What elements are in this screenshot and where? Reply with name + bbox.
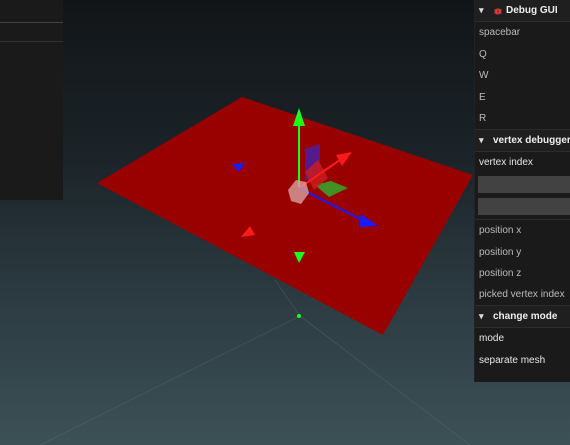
separate-mesh-button[interactable]: separate mesh [475,350,570,372]
change-mode-title: change mode [493,311,558,322]
vertex-debugger-header[interactable]: ▾ vertex debugger [475,129,570,152]
change-mode-header[interactable]: ▾ change mode [475,306,570,328]
mode-control[interactable]: mode [475,328,570,350]
position-z-label: position z [479,268,522,280]
vertex-index-field-row-2 [475,195,570,220]
red-plane[interactable] [97,97,473,335]
control-q[interactable]: Q [475,44,570,66]
left-panel-top-row [0,0,63,23]
debug-gui-title: Debug GUI [506,5,558,16]
control-spacebar[interactable]: spacebar [475,22,570,44]
control-e[interactable]: E [475,87,570,109]
vertex-index-field-row-1 [475,173,570,195]
left-panel [0,0,63,200]
control-w[interactable]: W [475,65,570,87]
left-panel-second-row [0,23,63,42]
control-r[interactable]: R [475,108,570,130]
grid [39,279,471,445]
vertex-index-label: vertex index [479,156,533,168]
chevron-down-icon: ▾ [479,5,484,15]
vertex-index-input-2[interactable] [478,198,570,215]
position-y-label: position y [479,246,522,258]
chevron-down-icon: ▾ [479,311,484,321]
vertex-index-input[interactable] [478,176,570,193]
picked-vertex-index-label: picked vertex index [475,285,570,306]
chevron-down-icon: ▾ [479,134,484,145]
position-x-label: position x [479,225,522,237]
debug-gui-panel: ▾ Debug GUI spacebar Q W E R ▾ vertex de… [474,0,570,382]
bug-icon [494,7,502,15]
vertex-debugger-title: vertex debugger [493,134,570,146]
debug-gui-header[interactable]: ▾ Debug GUI [475,0,570,22]
vertex-marker-green[interactable] [297,314,301,318]
